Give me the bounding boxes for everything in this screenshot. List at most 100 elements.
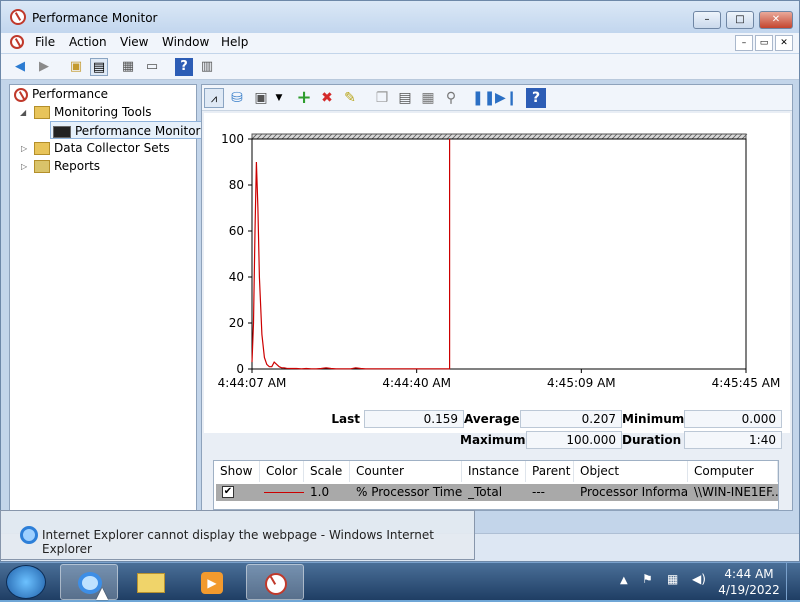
mdi-minimize-button[interactable]: –	[735, 35, 753, 51]
x-tick-label: 4:44:07 AM	[218, 376, 287, 390]
copy-properties-icon[interactable]: ❐	[372, 88, 392, 108]
folder-icon	[34, 142, 50, 155]
cell-computer: \\WIN-INE1EF...	[694, 485, 778, 499]
stat-duration-label: Duration	[622, 433, 682, 447]
counter-color-swatch	[264, 492, 304, 493]
volume-icon[interactable]: ◀)	[692, 572, 706, 586]
column-header-scale[interactable]: Scale	[304, 461, 350, 482]
table-row[interactable]: ✔ 1.0 % Processor Time _Total --- Proces…	[216, 484, 778, 501]
taskbar-performance-monitor[interactable]	[246, 564, 304, 600]
freeze-display-icon[interactable]: ❚❚	[472, 88, 495, 108]
properties-icon[interactable]: ▦	[418, 88, 438, 108]
properties-icon[interactable]: ▦	[119, 58, 137, 76]
x-tick-label: 4:45:09 AM	[547, 376, 616, 390]
reports-folder-icon	[34, 160, 50, 173]
maximize-button[interactable]: □	[726, 11, 754, 29]
column-header-object[interactable]: Object	[574, 461, 688, 482]
mdi-restore-button[interactable]: ▭	[755, 35, 773, 51]
taskbar-internet-explorer[interactable]	[60, 564, 118, 600]
stat-last-value: 0.159	[364, 410, 464, 428]
tree-item-reports[interactable]: Reports	[34, 157, 100, 175]
help-icon[interactable]: ?	[526, 88, 546, 108]
tree-label: Monitoring Tools	[54, 105, 152, 119]
x-tick-label: 4:45:45 AM	[712, 376, 781, 390]
zoom-icon[interactable]: ⚲	[441, 88, 461, 108]
cell-counter: % Processor Time	[356, 485, 463, 499]
tree-item-monitoring-tools[interactable]: Monitoring Tools	[34, 103, 152, 121]
column-header-color[interactable]: Color	[260, 461, 304, 482]
menu-bar: File Action View Window Help – ▭ ✕	[1, 33, 799, 53]
performance-icon	[14, 87, 28, 102]
y-tick-label: 80	[229, 178, 244, 192]
mdi-close-button[interactable]: ✕	[775, 35, 793, 51]
counter-legend-table: Show Color Scale Counter Instance Parent…	[213, 460, 779, 510]
menu-window[interactable]: Window	[162, 35, 209, 49]
view-log-data-icon[interactable]: ⛁	[227, 88, 247, 108]
column-header-instance[interactable]: Instance	[462, 461, 526, 482]
tree-label: Data Collector Sets	[54, 141, 170, 155]
minimize-button[interactable]: –	[693, 11, 721, 29]
taskbar-media-player[interactable]: ▶	[184, 564, 242, 600]
up-folder-icon[interactable]: ▣	[67, 58, 85, 76]
show-action-pane-icon[interactable]: ▥	[198, 58, 216, 76]
menu-action[interactable]: Action	[69, 35, 107, 49]
network-icon[interactable]: ▦	[667, 572, 678, 586]
thumbnail-title: Internet Explorer cannot display the web…	[42, 528, 434, 556]
mmc-icon[interactable]	[10, 35, 24, 49]
graph-type-dropdown-icon[interactable]: ▼	[269, 88, 289, 108]
stat-minimum-label: Minimum	[622, 412, 685, 426]
stat-last-label: Last	[331, 412, 360, 426]
stat-average-value: 0.207	[520, 410, 622, 428]
clock-time[interactable]: 4:44 AM	[720, 567, 778, 581]
performance-monitor-pane: ⩘ ⛁ ▣ ▼ + ✖ ✎ ❐ ▤ ▦ ⚲ ❚❚ ▶❙ ? 100 80 60 40 2…	[201, 84, 793, 511]
column-header-counter[interactable]: Counter	[350, 461, 462, 482]
collapse-triangle-icon[interactable]: ◢	[20, 108, 26, 117]
title-bar[interactable]: Performance Monitor – □ ✕	[1, 1, 799, 33]
menu-help[interactable]: Help	[221, 35, 248, 49]
y-tick-label: 60	[229, 224, 244, 238]
tree-label: Performance Monitor	[75, 124, 201, 138]
column-header-show[interactable]: Show	[214, 461, 260, 482]
show-desktop-button[interactable]	[786, 563, 800, 601]
tree-item-performance-monitor[interactable]: Performance Monitor	[50, 121, 204, 139]
delete-counter-icon[interactable]: ✖	[317, 88, 337, 108]
media-player-icon: ▶	[201, 572, 223, 594]
stat-minimum-value: 0.000	[684, 410, 782, 428]
back-arrow-icon[interactable]: ◀	[11, 58, 29, 76]
taskbar-thumbnail-preview[interactable]: Internet Explorer cannot display the web…	[0, 510, 475, 560]
column-header-computer[interactable]: Computer	[688, 461, 778, 482]
action-center-flag-icon[interactable]: ⚑	[642, 572, 653, 586]
change-graph-type-icon[interactable]: ▣	[251, 88, 271, 108]
expand-triangle-icon[interactable]: ▷	[21, 162, 27, 171]
forward-arrow-icon[interactable]: ▶	[35, 58, 53, 76]
show-checkbox[interactable]: ✔	[222, 486, 234, 498]
tree-item-performance[interactable]: Performance	[14, 85, 108, 103]
y-tick-label: 0	[236, 362, 244, 376]
highlight-icon[interactable]: ✎	[340, 88, 360, 108]
expand-triangle-icon[interactable]: ▷	[21, 144, 27, 153]
monitor-chart-icon	[53, 125, 71, 138]
stat-average-label: Average	[464, 412, 520, 426]
tree-label: Performance	[32, 87, 109, 101]
start-button[interactable]	[6, 565, 46, 599]
paste-counter-list-icon[interactable]: ▤	[395, 88, 415, 108]
clock-date[interactable]: 4/19/2022	[716, 583, 782, 597]
y-tick-label: 100	[221, 132, 244, 146]
show-hide-tree-icon[interactable]: ▤	[90, 58, 108, 76]
y-tick-label: 40	[229, 270, 244, 284]
menu-view[interactable]: View	[120, 35, 148, 49]
tree-item-data-collector-sets[interactable]: Data Collector Sets	[34, 139, 170, 157]
taskbar-windows-explorer[interactable]	[122, 564, 180, 600]
show-hidden-icons-icon[interactable]: ▲	[620, 575, 628, 586]
internet-explorer-icon	[20, 526, 38, 544]
view-current-activity-icon[interactable]: ⩘	[204, 88, 224, 108]
add-counter-icon[interactable]: +	[294, 88, 314, 108]
help-icon[interactable]: ?	[175, 58, 193, 76]
plot-area-frame	[251, 138, 747, 370]
menu-file[interactable]: File	[35, 35, 55, 49]
column-header-parent[interactable]: Parent	[526, 461, 574, 482]
export-list-icon[interactable]: ▭	[143, 58, 161, 76]
update-data-icon[interactable]: ▶❙	[495, 88, 518, 108]
close-button[interactable]: ✕	[759, 11, 793, 29]
taskbar: ▶ ▲ ⚑ ▦ ◀) 4:44 AM 4/19/2022	[0, 562, 800, 601]
